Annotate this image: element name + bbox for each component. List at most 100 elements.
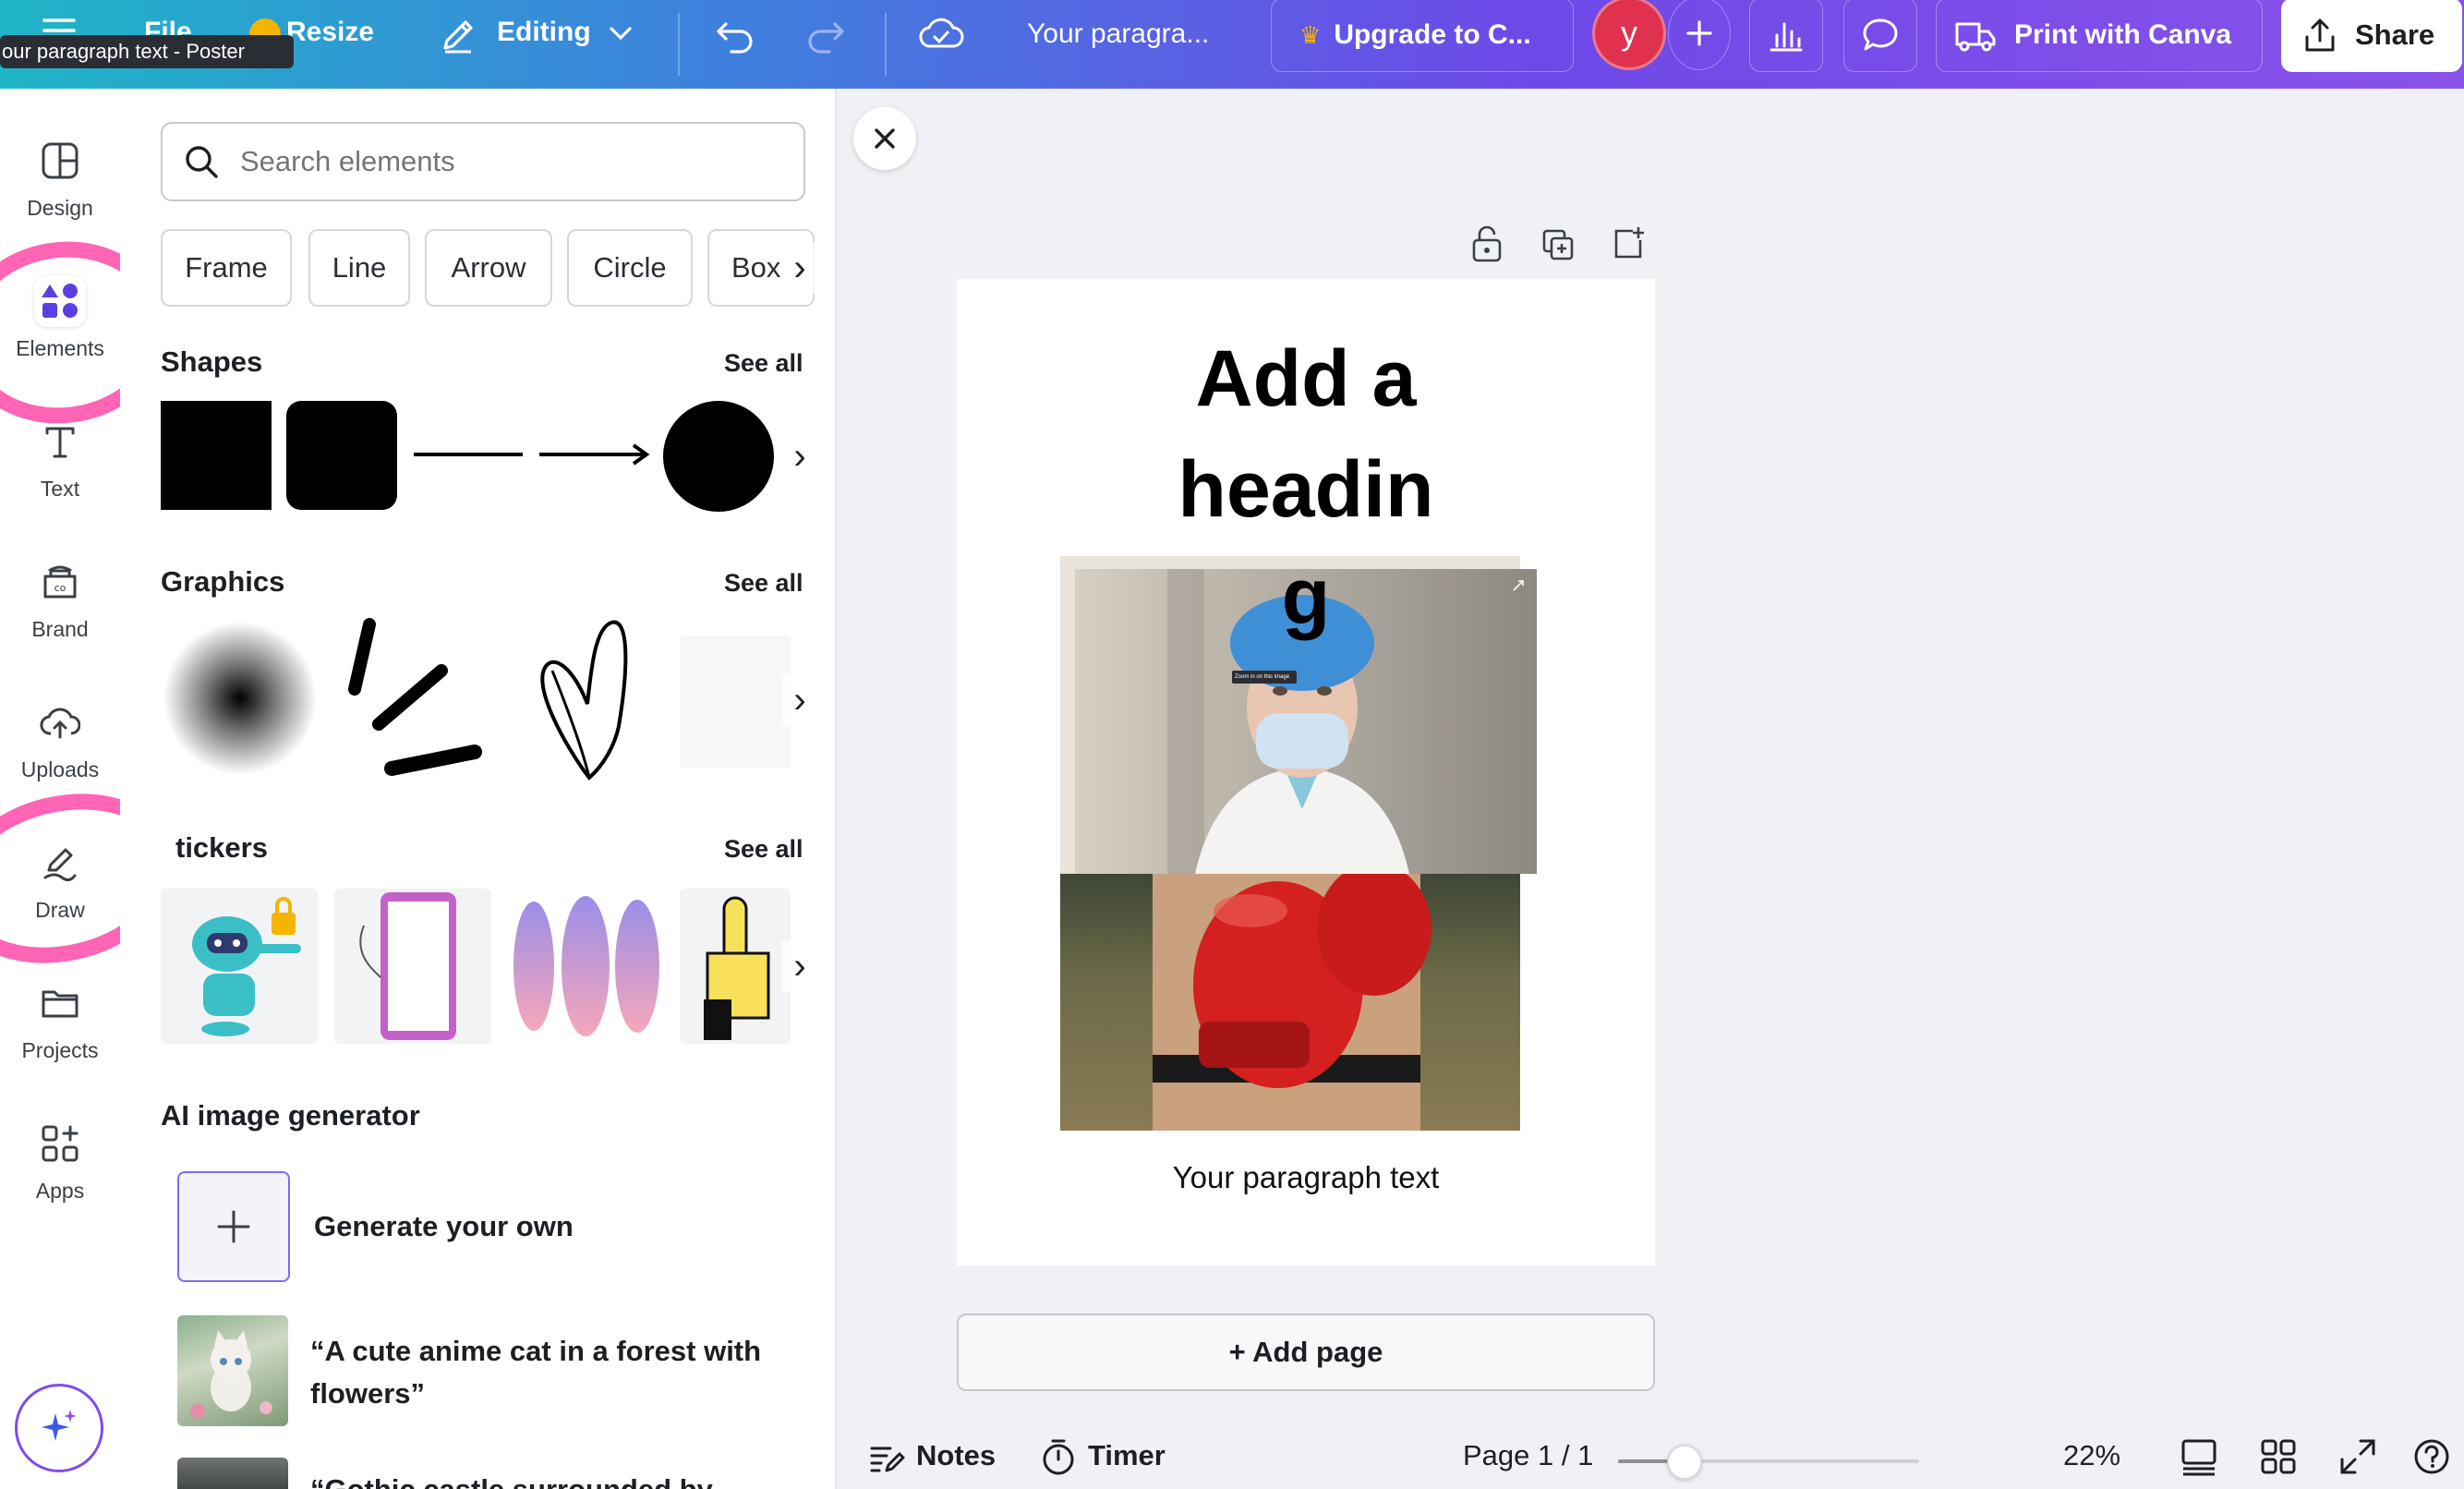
upload-share-icon (2305, 18, 2335, 52)
shape-arrow[interactable] (537, 440, 650, 469)
ai-thumbnail-anime-cat[interactable] (177, 1315, 288, 1426)
zoom-slider-thumb[interactable] (1667, 1445, 1702, 1480)
redo-icon[interactable] (805, 17, 846, 54)
sticker-foam-finger[interactable] (680, 889, 791, 1044)
chevron-right-icon[interactable]: › (781, 940, 818, 992)
cloud-saved-icon[interactable] (918, 15, 964, 52)
see-all-graphics-link[interactable]: See all (724, 569, 803, 598)
search-field[interactable] (161, 122, 805, 201)
chevron-down-icon[interactable] (608, 24, 634, 42)
svg-text:co: co (54, 582, 66, 594)
chevron-right-icon[interactable]: › (781, 674, 818, 726)
timer-icon (1043, 1439, 1074, 1475)
timer-button[interactable]: Timer (1088, 1439, 1166, 1472)
duplicate-page-icon[interactable] (1540, 227, 1576, 262)
ai-prompt-anime-cat[interactable]: “A cute anime cat in a forest with flowe… (310, 1330, 772, 1415)
heading-line: Add a headin (1178, 334, 1434, 534)
add-collaborator-button[interactable] (1668, 0, 1731, 70)
rail-item-projects[interactable]: Projects (0, 968, 120, 1097)
resize-button[interactable]: Resize (286, 17, 374, 48)
see-all-shapes-link[interactable]: See all (724, 349, 803, 378)
shape-line[interactable] (414, 453, 523, 456)
insights-button[interactable] (1749, 0, 1823, 72)
paragraph-text[interactable]: Your paragraph text (957, 1160, 1655, 1195)
heading-overflow-letter[interactable]: g (957, 551, 1655, 643)
shape-circle[interactable] (663, 401, 774, 512)
graphic-brush-strokes[interactable] (336, 615, 491, 781)
chip-arrow[interactable]: Arrow (425, 229, 552, 307)
print-with-canva-button[interactable]: Print with Canva (1936, 0, 2263, 72)
sticker-gradient-ovals[interactable] (508, 889, 665, 1044)
image-tooltip: Zoom in on this image (1232, 671, 1297, 684)
generate-your-own-label[interactable]: Generate your own (314, 1210, 574, 1243)
chevron-right-icon[interactable]: › (781, 242, 818, 294)
cloud-upload-icon (34, 696, 86, 748)
add-page-button[interactable]: + Add page (957, 1313, 1655, 1391)
rail-item-design[interactable]: Design (0, 126, 120, 255)
chevron-right-icon[interactable]: › (781, 430, 818, 482)
plus-icon (217, 1210, 250, 1243)
pencil-icon (438, 15, 478, 55)
chip-circle[interactable]: Circle (567, 229, 693, 307)
search-input[interactable] (240, 145, 785, 178)
top-bar: File Resize Editing Your paragra... ♛ Up… (0, 0, 2464, 89)
chip-line[interactable]: Line (308, 229, 410, 307)
editing-mode-button[interactable]: Editing (497, 17, 591, 48)
zoom-slider-track[interactable] (1618, 1445, 1919, 1480)
layout-icon (34, 135, 86, 187)
notes-button[interactable]: Notes (916, 1439, 996, 1472)
comment-icon (1863, 18, 1898, 51)
brand-kit-icon: co (34, 556, 86, 608)
see-all-stickers-link[interactable]: See all (724, 835, 803, 864)
upgrade-button[interactable]: ♛ Upgrade to C... (1271, 0, 1574, 72)
magic-assistant-button[interactable] (15, 1384, 103, 1472)
rail-label: Projects (21, 1038, 99, 1062)
rail-label: Design (27, 196, 93, 220)
heading-text[interactable]: Add a headin (957, 323, 1655, 545)
sticker-robot[interactable] (161, 889, 318, 1044)
folder-icon (34, 977, 86, 1029)
fullscreen-icon (2340, 1439, 2375, 1474)
shape-rounded-square[interactable] (286, 401, 397, 510)
graphic-doodle-heart[interactable] (534, 615, 635, 781)
bottom-bar: Notes Timer Page 1 / 1 22% (837, 1421, 2464, 1489)
page-indicator[interactable]: Page 1 / 1 (1463, 1439, 1593, 1472)
rail-label: Text (40, 477, 80, 501)
rail-item-text[interactable]: Text (0, 406, 120, 536)
comments-button[interactable] (1843, 0, 1917, 72)
rail-item-apps[interactable]: Apps (0, 1108, 120, 1238)
close-icon (875, 128, 895, 149)
ai-thumbnail-gothic-castle[interactable] (177, 1458, 288, 1489)
shape-square[interactable] (161, 401, 272, 510)
section-title-ai-generator: AI image generator (161, 1099, 420, 1132)
page-view-icon (2181, 1439, 2216, 1476)
generate-your-own-button[interactable] (177, 1171, 290, 1282)
grid-view-icon (2261, 1439, 2296, 1474)
graphic-blur-circle[interactable] (163, 621, 318, 776)
document-title[interactable]: Your paragra... (1027, 18, 1209, 50)
undo-icon[interactable] (715, 17, 755, 54)
sparkle-icon (42, 1410, 77, 1441)
zoom-level[interactable]: 22% (2063, 1439, 2120, 1472)
graphic-paper-texture[interactable] (680, 636, 791, 769)
share-button[interactable]: Share (2281, 0, 2462, 72)
rail-item-brand[interactable]: co Brand (0, 547, 120, 676)
close-panel-button[interactable] (853, 107, 916, 170)
avatar[interactable]: y (1592, 0, 1666, 70)
chip-frame[interactable]: Frame (161, 229, 292, 307)
rail-label: Uploads (20, 757, 100, 781)
ai-prompt-gothic-castle[interactable]: “Gothic castle surrounded by (310, 1469, 772, 1489)
section-title-stickers: tickers (175, 831, 268, 864)
divider (885, 13, 887, 76)
print-label: Print with Canva (2014, 19, 2232, 50)
notes-icon (870, 1447, 905, 1472)
plus-icon (1686, 20, 1712, 46)
lock-icon[interactable] (1470, 225, 1504, 262)
photo-boxer[interactable] (1060, 874, 1520, 1131)
truck-icon (1955, 22, 1996, 52)
sticker-phone[interactable] (334, 889, 491, 1044)
share-label: Share (2355, 18, 2435, 51)
add-page-icon[interactable] (1611, 225, 1646, 260)
apps-grid-icon (34, 1118, 86, 1169)
section-title-graphics: Graphics (161, 565, 285, 598)
